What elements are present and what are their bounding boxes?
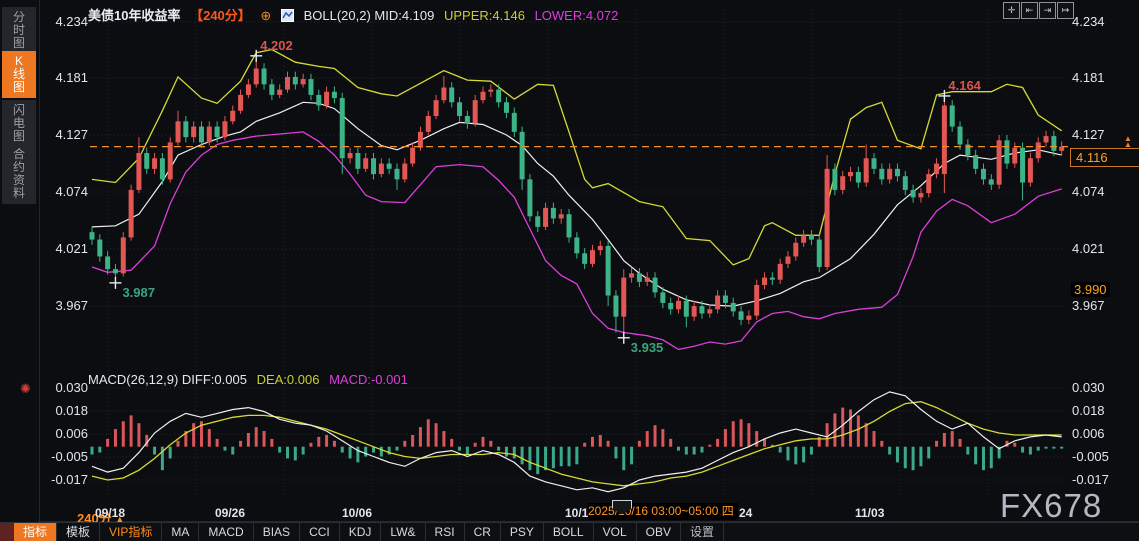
bottom-toolbar: 指标模板VIP指标MAMACDBIASCCIKDJLW&RSICRPSYBOLL… [0,522,1139,541]
toolbar-corner-block [0,523,14,541]
scroll-right-icon[interactable]: ⇥ [1039,2,1056,19]
toolbar-item-CR[interactable]: CR [465,523,501,541]
price-annotation-3.987: 3.987 [122,285,155,300]
crosshair-time-tooltip: 2025/10/16 03:00~05:00 四 [588,503,738,520]
watermark: FX678 [1000,487,1102,525]
price-annotation-4.164: 4.164 [948,78,981,93]
axis-tick-label: 4.234 [1072,14,1132,29]
toolbar-item-CCI[interactable]: CCI [300,523,340,541]
chart-header: 美债10年收益率 【240分】 ⊕ BOLL(20,2) MID:4.109 U… [88,5,624,25]
toolbar-item-VOL[interactable]: VOL [594,523,637,541]
axis-tick-label: 4.021 [1072,241,1132,256]
boll-readout: BOLL(20,2) MID:4.109 [304,8,435,23]
macd-dea-readout: DEA:0.006 [257,372,320,387]
axis-tick-label: 4.181 [1072,70,1132,85]
x-axis-date-label: 24 [739,506,752,520]
macd-header: MACD(26,12,9) DIFF:0.005 DEA:0.006 MACD:… [88,372,414,387]
toolbar-item-BIAS[interactable]: BIAS [254,523,300,541]
prev-close-label: 3.990 [1071,282,1110,297]
current-price-label: 4.116 [1070,148,1139,167]
boll-upper-readout: UPPER:4.146 [444,8,525,23]
axis-tick-label: -0.017 [42,472,88,487]
axis-tick-label: 0.006 [1072,426,1132,441]
toolbar-item-MACD[interactable]: MACD [199,523,253,541]
toolbar-item-模板[interactable]: 模板 [57,523,100,541]
price-up-arrows: ▲▲ [1124,136,1132,148]
price-annotation-3.935: 3.935 [631,340,664,355]
add-indicator-icon[interactable]: ⊕ [260,8,271,23]
toolbar-item-设置[interactable]: 设置 [681,523,724,541]
toolbar-item-LW&[interactable]: LW& [381,523,425,541]
sidebar-tab-闪电图[interactable]: 闪电图 [2,100,36,147]
toolbar-item-MA[interactable]: MA [162,523,199,541]
sidebar-divider [39,0,40,522]
toolbar-item-KDJ[interactable]: KDJ [340,523,382,541]
chart-type-icon[interactable] [281,9,294,25]
chart-app: 分时图K线图闪电图合约资料 美债10年收益率 【240分】 ⊕ BOLL(20,… [0,0,1139,541]
x-axis-date-label: 11/03 [855,506,884,520]
axis-tick-label: 4.127 [42,127,88,142]
x-axis-date-label: 10/06 [342,506,372,520]
price-annotation-4.202: 4.202 [260,38,293,53]
axis-tick-label: 0.030 [42,380,88,395]
boll-lower-readout: LOWER:4.072 [535,8,619,23]
x-axis-date-label: 10/1 [565,506,588,520]
axis-tick-label: 0.030 [1072,380,1132,395]
toolbar-item-OBV[interactable]: OBV [637,523,681,541]
period-badge[interactable]: 【240分】 [190,8,251,23]
crosshair-tool-icon[interactable]: ✛ [1003,2,1020,19]
toolbar-item-BOLL[interactable]: BOLL [544,523,594,541]
toolbar-item-PSY[interactable]: PSY [501,523,544,541]
axis-tick-label: 0.018 [42,403,88,418]
x-axis-date-label: 09/26 [215,506,245,520]
scroll-left-icon[interactable]: ⇤ [1021,2,1038,19]
axis-tick-label: 4.074 [1072,184,1132,199]
axis-tick-label: 3.967 [1072,298,1132,313]
axis-tick-label: 4.127 [1072,127,1132,142]
instrument-title: 美债10年收益率 [88,8,180,23]
macd-readout: MACD(26,12,9) DIFF:0.005 [88,372,247,387]
sidebar-tab-K线图[interactable]: K线图 [2,51,36,98]
axis-tick-label: 4.021 [42,241,88,256]
axis-tick-label: -0.005 [1072,449,1132,464]
axis-tick-label: 3.967 [42,298,88,313]
axis-tick-label: -0.017 [1072,472,1132,487]
axis-tick-label: 4.074 [42,184,88,199]
toolbar-item-指标[interactable]: 指标 [14,523,57,541]
axis-tick-label: -0.005 [42,449,88,464]
axis-tick-label: 4.181 [42,70,88,85]
toolbar-item-VIP指标[interactable]: VIP指标 [100,523,162,541]
sidebar: 分时图K线图闪电图合约资料 [0,0,38,522]
axis-tick-label: 0.018 [1072,403,1132,418]
axis-tick-label: 0.006 [42,426,88,441]
toolbar-item-RSI[interactable]: RSI [426,523,465,541]
sidebar-tab-合约资料[interactable]: 合约资料 [2,144,36,204]
axis-tick-label: 4.234 [42,14,88,29]
macd-macd-readout: MACD:-0.001 [329,372,408,387]
x-axis-date-label: 09/18 [95,506,125,520]
sidebar-tab-分时图[interactable]: 分时图 [2,7,36,54]
indicator-settings-icon[interactable]: ✺ [20,381,31,397]
